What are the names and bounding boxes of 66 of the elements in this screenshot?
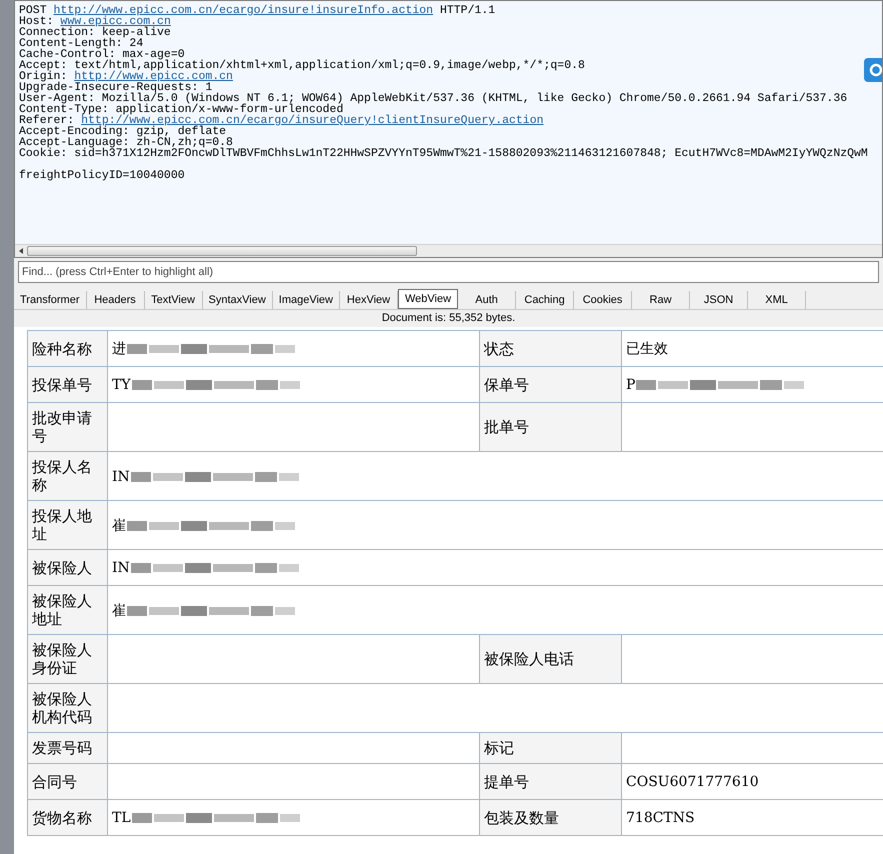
- horizontal-scrollbar[interactable]: [15, 244, 882, 257]
- request-text: HTTP/1.1: [438, 4, 496, 17]
- request-text: Cookie: sid=h371X12Hzm2FOncwDlTWBVFmChhsLw1nT22HHwSPZVYYnT95WmwT%21-158802093%211463121607848; EcutH7WVc8=MDAwM2IyYWQzNzQwM: [19, 147, 868, 160]
- field-label: 投保单号: [28, 366, 108, 402]
- inspector-tab[interactable]: TextView: [144, 291, 202, 309]
- request-text: Accept-Language: zh-CN,zh;q=0.8: [19, 136, 233, 149]
- field-label: 险种名称: [28, 330, 108, 366]
- field-label: 发票号码: [28, 732, 108, 764]
- field-label: 被保险人电话: [480, 634, 622, 684]
- request-text: Content-Length: 24: [19, 37, 144, 50]
- field-value: P: [626, 377, 636, 393]
- field-label: 投保人名称: [28, 452, 108, 500]
- field-value: TL: [112, 810, 131, 826]
- field-label: 合同号: [28, 764, 108, 800]
- field-label: 保单号: [480, 366, 622, 402]
- request-text: POST: [19, 4, 47, 17]
- field-label: 状态: [480, 330, 622, 366]
- field-label: 被保险人身份证: [28, 634, 108, 684]
- field-label: 批改申请号: [28, 402, 108, 452]
- url-link[interactable]: http://www.epicc.com.cn/ecargo/insureQuery!clientInsureQuery.action: [81, 114, 544, 127]
- link-icon[interactable]: [864, 58, 882, 82]
- request-body: freightPolicyID=10040000: [19, 169, 185, 182]
- inspector-tab[interactable]: WebView: [398, 289, 458, 309]
- field-value: 718CTNS: [626, 810, 695, 826]
- request-text: Origin:: [19, 70, 68, 83]
- inspector-tab[interactable]: Headers: [86, 291, 144, 309]
- request-text: Accept: text/html,application/xhtml+xml,application/xml;q=0.9,image/webp,*/*;q=0.8: [19, 59, 585, 72]
- request-text: Content-Type: application/x-www-form-urlencoded: [19, 103, 344, 116]
- field-label: 包装及数量: [480, 800, 622, 836]
- status-text: Document is: 55,352 bytes.: [382, 311, 516, 326]
- field-value: TY: [112, 377, 131, 393]
- request-text: Host:: [19, 15, 54, 28]
- inspector-tab[interactable]: JSON: [690, 291, 748, 309]
- field-value: 崔: [112, 602, 126, 618]
- field-label: 被保险人: [28, 550, 108, 586]
- url-link[interactable]: http://www.epicc.com.cn: [74, 70, 233, 83]
- field-label: 批单号: [480, 402, 622, 452]
- field-label: 货物名称: [28, 800, 108, 836]
- inspector-tab[interactable]: XML: [748, 291, 806, 309]
- url-link[interactable]: www.epicc.com.cn: [60, 15, 171, 28]
- field-value: IN: [112, 560, 130, 576]
- inspector-tab[interactable]: Transformer: [14, 291, 86, 309]
- field-value: COSU6071777610: [626, 774, 759, 790]
- request-text: Upgrade-Insecure-Requests: 1: [19, 81, 212, 94]
- inspector-tab[interactable]: Cookies: [574, 291, 632, 309]
- inspector-tab[interactable]: Raw: [632, 291, 690, 309]
- request-text: Accept-Encoding: gzip, deflate: [19, 125, 226, 138]
- request-text: Cache-Control: max-age=0: [19, 48, 185, 61]
- inspector-tab[interactable]: SyntaxView: [202, 291, 273, 309]
- field-label: 投保人地址: [28, 500, 108, 550]
- request-text: User-Agent: Mozilla/5.0 (Windows NT 6.1; WOW64) AppleWebKit/537.36 (KHTML, like Gecko) Chrome/50.0.2661.94 Safari/537.36: [19, 92, 848, 105]
- inspector-tab[interactable]: Auth: [458, 291, 516, 309]
- field-value: IN: [112, 468, 130, 484]
- field-label: 提单号: [480, 764, 622, 800]
- field-value: 已生效: [626, 341, 668, 357]
- field-label: 被保险人地址: [28, 586, 108, 634]
- inspector-tab[interactable]: ImageView: [272, 291, 340, 309]
- request-text: Connection: keep-alive: [19, 26, 171, 39]
- url-link[interactable]: http://www.epicc.com.cn/ecargo/insure!insureInfo.action: [54, 4, 434, 17]
- field-value: 崔: [112, 518, 126, 534]
- request-text: Referer:: [19, 114, 74, 127]
- field-label: 标记: [480, 732, 622, 764]
- scroll-left-icon[interactable]: [17, 247, 25, 255]
- field-value: 进: [112, 341, 126, 357]
- inspector-tab[interactable]: Caching: [516, 291, 574, 309]
- field-label: 被保险人机构代码: [28, 684, 108, 732]
